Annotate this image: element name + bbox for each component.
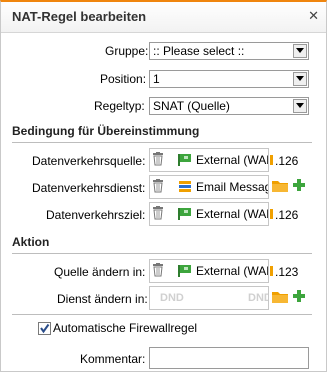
trash-icon[interactable] — [152, 263, 164, 280]
datenverkehrsquelle-label: Datenverkehrsquelle: — [32, 154, 146, 168]
folder-icon[interactable] — [272, 179, 288, 195]
datenverkehrsziel-object-name: External (WAN — [196, 207, 269, 221]
gruppe-label: Gruppe: — [105, 44, 149, 58]
dnd-placeholder: DND — [160, 292, 184, 304]
ip-indicator — [270, 266, 273, 276]
gruppe-value: :: Please select :: — [153, 44, 245, 58]
close-icon[interactable]: ✕ — [308, 8, 319, 24]
datenverkehrsdienst-object[interactable]: Email Messag — [149, 175, 269, 199]
dropdown-arrow-icon[interactable] — [293, 99, 307, 113]
datenverkehrsziel-object[interactable]: External (WAN — [149, 202, 269, 226]
network-icon — [178, 153, 192, 169]
position-label: Position: — [100, 72, 147, 86]
trash-icon[interactable] — [152, 152, 164, 169]
dnd-placeholder: DND — [248, 292, 268, 304]
quelle-aendern-object[interactable]: External (WAN — [149, 259, 269, 283]
kommentar-input[interactable] — [149, 347, 309, 369]
ip-indicator — [270, 209, 273, 219]
gruppe-select[interactable]: :: Please select :: — [149, 42, 309, 60]
firewall-checkbox[interactable] — [38, 322, 51, 335]
dienst-aendern-label: Dienst ändern in: — [57, 292, 148, 306]
datenverkehrsziel-label: Datenverkehrsziel: — [46, 208, 146, 222]
regeltyp-value: SNAT (Quelle) — [153, 99, 230, 113]
datenverkehrsquelle-object[interactable]: External (WAN — [149, 148, 269, 172]
plus-icon[interactable] — [293, 290, 305, 305]
datenverkehrsziel-suffix: .126 — [275, 208, 299, 222]
quelle-aendern-label: Quelle ändern in: — [54, 265, 146, 279]
dienst-aendern-dropzone[interactable]: DND DND — [149, 286, 269, 310]
divider — [12, 314, 312, 315]
folder-icon[interactable] — [272, 290, 288, 306]
regeltyp-label: Regeltyp: — [94, 99, 145, 113]
nat-rule-dialog: NAT-Regel bearbeiten ✕ Gruppe: :: Please… — [0, 0, 327, 372]
datenverkehrsdienst-object-name: Email Messag — [196, 180, 269, 194]
quelle-aendern-object-name: External (WAN — [196, 264, 269, 278]
trash-icon[interactable] — [152, 179, 164, 196]
regeltyp-select[interactable]: SNAT (Quelle) — [149, 97, 309, 115]
datenverkehrsquelle-suffix: .126 — [275, 154, 299, 168]
dropdown-arrow-icon[interactable] — [293, 72, 307, 86]
service-icon — [178, 180, 192, 196]
dialog-titlebar[interactable]: NAT-Regel bearbeiten ✕ — [1, 2, 326, 33]
network-icon — [178, 207, 192, 223]
position-value: 1 — [153, 72, 160, 86]
datenverkehrsdienst-label: Datenverkehrsdienst: — [32, 181, 146, 195]
dialog-title: NAT-Regel bearbeiten — [12, 9, 147, 24]
section-bedingung: Bedingung für Übereinstimmung — [12, 124, 312, 143]
checkmark-icon — [40, 323, 50, 334]
dropdown-arrow-icon[interactable] — [293, 44, 307, 58]
position-select[interactable]: 1 — [149, 70, 309, 88]
ip-indicator — [270, 155, 273, 165]
network-icon — [178, 264, 192, 280]
trash-icon[interactable] — [152, 206, 164, 223]
firewall-label: Automatische Firewallregel — [53, 321, 198, 335]
datenverkehrsquelle-object-name: External (WAN — [196, 153, 269, 167]
section-aktion: Aktion — [12, 235, 312, 254]
quelle-aendern-suffix: .123 — [275, 265, 299, 279]
kommentar-label: Kommentar: — [80, 352, 146, 366]
plus-icon[interactable] — [293, 179, 305, 194]
